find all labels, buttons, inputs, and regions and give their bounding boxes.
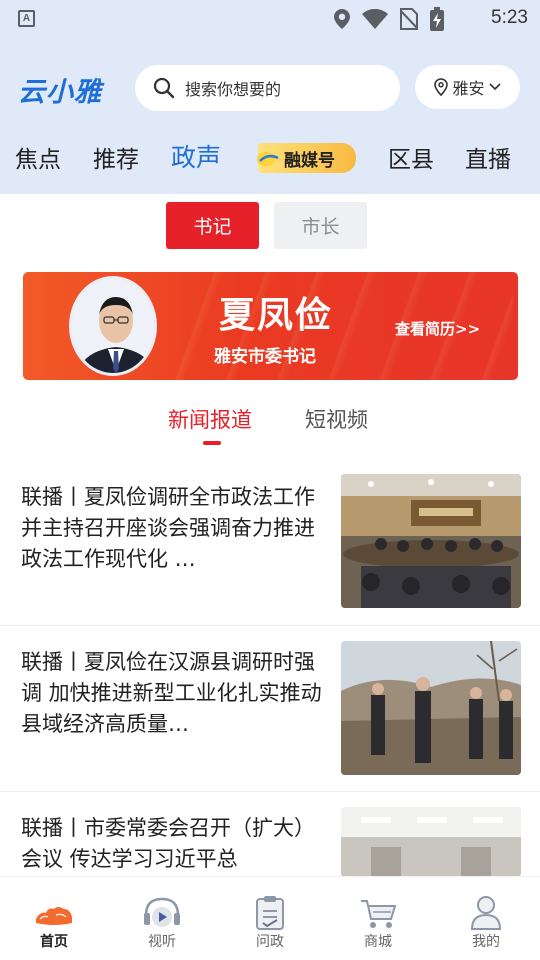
user-icon — [470, 896, 502, 930]
banner-name: 夏凤俭 — [219, 295, 334, 336]
nav-wenzheng[interactable]: 问政 — [216, 877, 324, 960]
tab-rongmeihao[interactable]: 融媒号 — [257, 143, 356, 173]
tab-tuijian[interactable]: 推荐 — [93, 140, 139, 174]
search-icon — [153, 77, 175, 99]
top-area: A 5:23 云小雅 搜索你想要的 雅安 焦点 推荐 政声 融媒号 区县 直播 — [0, 0, 540, 194]
news-thumbnail-hall — [341, 807, 521, 877]
location-pin-icon — [434, 78, 449, 96]
nav-me[interactable]: 我的 — [432, 877, 540, 960]
search-placeholder: 搜索你想要的 — [185, 80, 282, 99]
banner-title: 雅安市委书记 — [214, 347, 316, 367]
nav-home[interactable]: 首页 — [0, 877, 108, 960]
nav-me-label: 我的 — [472, 934, 500, 950]
tab-quxian[interactable]: 区县 — [388, 140, 434, 174]
subtab-news[interactable]: 新闻报道 — [168, 404, 252, 434]
channel-tabs: 焦点 推荐 政声 融媒号 区县 直播 — [0, 132, 540, 184]
battery-charging-icon — [430, 7, 444, 31]
status-icons — [334, 7, 444, 31]
profile-banner[interactable]: 夏凤俭 雅安市委书记 查看简历>> — [23, 272, 518, 380]
nav-home-label: 首页 — [40, 934, 68, 950]
status-bar: A 5:23 — [0, 0, 540, 38]
play-icon — [144, 897, 180, 927]
location-status-icon — [334, 9, 350, 29]
content-subtabs: 新闻报道 短视频 — [0, 404, 540, 448]
segment-shuji[interactable]: 书记 — [166, 202, 259, 249]
rongmeihao-label: 融媒号 — [284, 150, 335, 171]
bottom-nav: 首页 视听 问政 商城 我的 — [0, 876, 540, 960]
status-time: 5:23 — [491, 7, 528, 28]
location-selector[interactable]: 雅安 — [415, 65, 520, 109]
home-flame-icon — [36, 907, 72, 925]
tab-zhengsheng[interactable]: 政声 — [171, 138, 221, 174]
nav-shop[interactable]: 商城 — [324, 877, 432, 960]
chevron-down-icon — [488, 83, 501, 91]
view-resume-link[interactable]: 查看简历>> — [395, 318, 480, 339]
tab-zhibo[interactable]: 直播 — [465, 140, 511, 174]
cart-icon — [361, 900, 397, 928]
segment-shizhang[interactable]: 市长 — [274, 202, 367, 249]
wifi-icon — [362, 9, 388, 29]
no-sim-icon — [400, 8, 418, 30]
nav-wenzheng-label: 问政 — [256, 934, 284, 950]
portrait-photo — [69, 276, 157, 376]
news-title: 联播丨夏凤俭调研全市政法工作并主持召开座谈会强调奋力推进政法工作现代化 … — [21, 485, 315, 571]
rongmei-logo-icon — [257, 152, 279, 166]
subtab-indicator — [203, 441, 221, 445]
news-item[interactable]: 联播丨夏凤俭调研全市政法工作并主持召开座谈会强调奋力推进政法工作现代化 … — [0, 474, 540, 626]
news-thumbnail-outdoor — [341, 641, 521, 775]
location-label: 雅安 — [452, 79, 485, 98]
tab-jiaodian[interactable]: 焦点 — [15, 140, 61, 174]
news-title: 联播丨市委常委会召开（扩大）会议 传达学习习近平总 — [21, 816, 315, 871]
clipboard-icon — [256, 896, 284, 930]
app-logo[interactable]: 云小雅 — [18, 70, 102, 109]
app-header: 云小雅 搜索你想要的 雅安 — [0, 62, 540, 114]
notification-icon: A — [18, 10, 35, 27]
nav-video[interactable]: 视听 — [108, 877, 216, 960]
news-title: 联播丨夏凤俭在汉源县调研时强调 加快推进新型工业化扎实推动县域经济高质量… — [21, 650, 322, 736]
subtab-short-video[interactable]: 短视频 — [305, 404, 368, 434]
news-thumbnail-meeting — [341, 474, 521, 608]
search-bar[interactable]: 搜索你想要的 — [135, 65, 400, 111]
news-item[interactable]: 联播丨夏凤俭在汉源县调研时强调 加快推进新型工业化扎实推动县域经济高质量… — [0, 627, 540, 792]
nav-shop-label: 商城 — [364, 934, 392, 950]
nav-video-label: 视听 — [148, 934, 176, 950]
